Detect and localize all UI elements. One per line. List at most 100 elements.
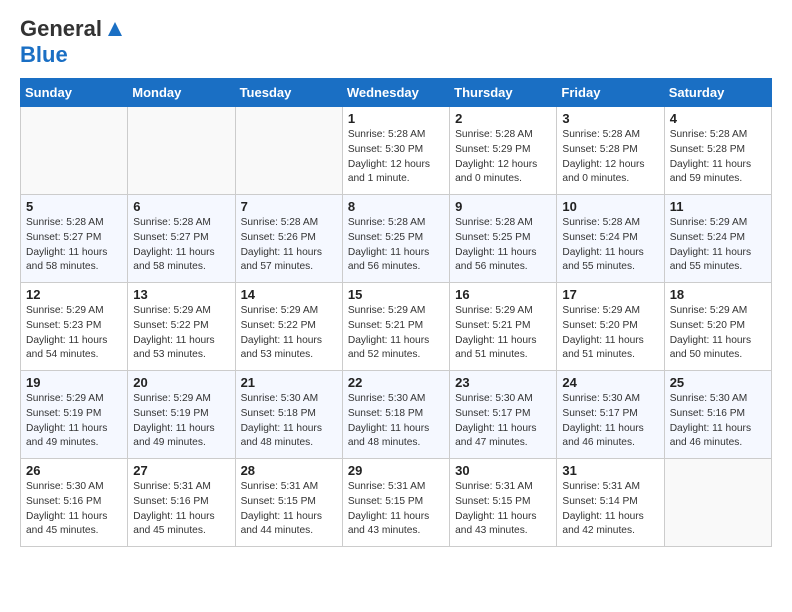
calendar-cell: 21 Sunrise: 5:30 AM Sunset: 5:18 PM Dayli… xyxy=(235,371,342,459)
cell-content: Sunrise: 5:30 AM Sunset: 5:18 PM Dayligh… xyxy=(241,392,337,451)
logo-icon xyxy=(104,18,126,40)
day-number: 8 xyxy=(348,199,444,214)
cell-content: Sunrise: 5:30 AM Sunset: 5:17 PM Dayligh… xyxy=(562,392,658,451)
cell-content: Sunrise: 5:31 AM Sunset: 5:15 PM Dayligh… xyxy=(348,480,444,539)
day-number: 16 xyxy=(455,287,551,302)
cell-content: Sunrise: 5:29 AM Sunset: 5:22 PM Dayligh… xyxy=(241,304,337,363)
calendar-table: SundayMondayTuesdayWednesdayThursdayFrid… xyxy=(20,78,772,547)
calendar-cell: 2 Sunrise: 5:28 AM Sunset: 5:29 PM Daylig… xyxy=(450,107,557,195)
cell-content: Sunrise: 5:29 AM Sunset: 5:19 PM Dayligh… xyxy=(26,392,122,451)
cell-content: Sunrise: 5:29 AM Sunset: 5:20 PM Dayligh… xyxy=(670,304,766,363)
calendar-cell: 31 Sunrise: 5:31 AM Sunset: 5:14 PM Dayli… xyxy=(557,459,664,547)
weekday-header-wednesday: Wednesday xyxy=(342,79,449,107)
calendar-cell xyxy=(235,107,342,195)
day-number: 26 xyxy=(26,463,122,478)
calendar-week-row: 12 Sunrise: 5:29 AM Sunset: 5:23 PM Dayli… xyxy=(21,283,772,371)
day-number: 6 xyxy=(133,199,229,214)
calendar-cell: 29 Sunrise: 5:31 AM Sunset: 5:15 PM Dayli… xyxy=(342,459,449,547)
calendar-cell: 28 Sunrise: 5:31 AM Sunset: 5:15 PM Dayli… xyxy=(235,459,342,547)
cell-content: Sunrise: 5:30 AM Sunset: 5:16 PM Dayligh… xyxy=(670,392,766,451)
weekday-header-sunday: Sunday xyxy=(21,79,128,107)
cell-content: Sunrise: 5:30 AM Sunset: 5:18 PM Dayligh… xyxy=(348,392,444,451)
day-number: 7 xyxy=(241,199,337,214)
calendar-cell: 16 Sunrise: 5:29 AM Sunset: 5:21 PM Dayli… xyxy=(450,283,557,371)
day-number: 12 xyxy=(26,287,122,302)
cell-content: Sunrise: 5:28 AM Sunset: 5:27 PM Dayligh… xyxy=(26,216,122,275)
day-number: 2 xyxy=(455,111,551,126)
cell-content: Sunrise: 5:31 AM Sunset: 5:15 PM Dayligh… xyxy=(241,480,337,539)
logo-general-text: General xyxy=(20,16,102,42)
calendar-cell: 6Sunrise: 5:28 AM Sunset: 5:27 PM Daylig… xyxy=(128,195,235,283)
header: General Blue xyxy=(20,16,772,68)
cell-content: Sunrise: 5:30 AM Sunset: 5:16 PM Dayligh… xyxy=(26,480,122,539)
page: General Blue SundayMondayTuesdayWednesda… xyxy=(0,0,792,563)
calendar-cell: 23 Sunrise: 5:30 AM Sunset: 5:17 PM Dayli… xyxy=(450,371,557,459)
weekday-header-saturday: Saturday xyxy=(664,79,771,107)
calendar-cell xyxy=(664,459,771,547)
day-number: 23 xyxy=(455,375,551,390)
calendar-cell: 20Sunrise: 5:29 AM Sunset: 5:19 PM Dayli… xyxy=(128,371,235,459)
calendar-week-row: 26 Sunrise: 5:30 AM Sunset: 5:16 PM Dayli… xyxy=(21,459,772,547)
calendar-cell: 12 Sunrise: 5:29 AM Sunset: 5:23 PM Dayli… xyxy=(21,283,128,371)
calendar-cell: 22 Sunrise: 5:30 AM Sunset: 5:18 PM Dayli… xyxy=(342,371,449,459)
calendar-cell: 8 Sunrise: 5:28 AM Sunset: 5:25 PM Daylig… xyxy=(342,195,449,283)
logo-blue-text: Blue xyxy=(20,42,68,67)
calendar-week-row: 19 Sunrise: 5:29 AM Sunset: 5:19 PM Dayli… xyxy=(21,371,772,459)
day-number: 14 xyxy=(241,287,337,302)
day-number: 21 xyxy=(241,375,337,390)
day-number: 25 xyxy=(670,375,766,390)
calendar-cell xyxy=(128,107,235,195)
calendar-cell: 26 Sunrise: 5:30 AM Sunset: 5:16 PM Dayli… xyxy=(21,459,128,547)
day-number: 11 xyxy=(670,199,766,214)
day-number: 30 xyxy=(455,463,551,478)
cell-content: Sunrise: 5:28 AM Sunset: 5:28 PM Dayligh… xyxy=(562,128,658,187)
calendar-cell: 3Sunrise: 5:28 AM Sunset: 5:28 PM Daylig… xyxy=(557,107,664,195)
day-number: 10 xyxy=(562,199,658,214)
day-number: 31 xyxy=(562,463,658,478)
calendar-week-row: 5 Sunrise: 5:28 AM Sunset: 5:27 PM Daylig… xyxy=(21,195,772,283)
day-number: 27 xyxy=(133,463,229,478)
day-number: 5 xyxy=(26,199,122,214)
day-number: 22 xyxy=(348,375,444,390)
calendar-cell: 17 Sunrise: 5:29 AM Sunset: 5:20 PM Dayli… xyxy=(557,283,664,371)
day-number: 20 xyxy=(133,375,229,390)
cell-content: Sunrise: 5:28 AM Sunset: 5:24 PM Dayligh… xyxy=(562,216,658,275)
cell-content: Sunrise: 5:29 AM Sunset: 5:21 PM Dayligh… xyxy=(348,304,444,363)
cell-content: Sunrise: 5:28 AM Sunset: 5:30 PM Dayligh… xyxy=(348,128,444,187)
day-number: 9 xyxy=(455,199,551,214)
calendar-cell: 14 Sunrise: 5:29 AM Sunset: 5:22 PM Dayli… xyxy=(235,283,342,371)
calendar-week-row: 1 Sunrise: 5:28 AM Sunset: 5:30 PM Daylig… xyxy=(21,107,772,195)
cell-content: Sunrise: 5:28 AM Sunset: 5:29 PM Dayligh… xyxy=(455,128,551,187)
day-number: 28 xyxy=(241,463,337,478)
cell-content: Sunrise: 5:28 AM Sunset: 5:25 PM Dayligh… xyxy=(348,216,444,275)
calendar-cell: 9 Sunrise: 5:28 AM Sunset: 5:25 PM Daylig… xyxy=(450,195,557,283)
day-number: 13 xyxy=(133,287,229,302)
calendar-cell: 24 Sunrise: 5:30 AM Sunset: 5:17 PM Dayli… xyxy=(557,371,664,459)
cell-content: Sunrise: 5:29 AM Sunset: 5:23 PM Dayligh… xyxy=(26,304,122,363)
day-number: 17 xyxy=(562,287,658,302)
cell-content: Sunrise: 5:29 AM Sunset: 5:21 PM Dayligh… xyxy=(455,304,551,363)
cell-content: Sunrise: 5:29 AM Sunset: 5:24 PM Dayligh… xyxy=(670,216,766,275)
cell-content: Sunrise: 5:30 AM Sunset: 5:17 PM Dayligh… xyxy=(455,392,551,451)
calendar-cell: 1 Sunrise: 5:28 AM Sunset: 5:30 PM Daylig… xyxy=(342,107,449,195)
cell-content: Sunrise: 5:31 AM Sunset: 5:16 PM Dayligh… xyxy=(133,480,229,539)
calendar-cell: 7Sunrise: 5:28 AM Sunset: 5:26 PM Daylig… xyxy=(235,195,342,283)
cell-content: Sunrise: 5:29 AM Sunset: 5:20 PM Dayligh… xyxy=(562,304,658,363)
cell-content: Sunrise: 5:31 AM Sunset: 5:14 PM Dayligh… xyxy=(562,480,658,539)
cell-content: Sunrise: 5:28 AM Sunset: 5:28 PM Dayligh… xyxy=(670,128,766,187)
calendar-cell: 30Sunrise: 5:31 AM Sunset: 5:15 PM Dayli… xyxy=(450,459,557,547)
day-number: 15 xyxy=(348,287,444,302)
day-number: 1 xyxy=(348,111,444,126)
day-number: 19 xyxy=(26,375,122,390)
calendar-cell xyxy=(21,107,128,195)
calendar-cell: 19 Sunrise: 5:29 AM Sunset: 5:19 PM Dayli… xyxy=(21,371,128,459)
calendar-cell: 5 Sunrise: 5:28 AM Sunset: 5:27 PM Daylig… xyxy=(21,195,128,283)
cell-content: Sunrise: 5:29 AM Sunset: 5:22 PM Dayligh… xyxy=(133,304,229,363)
day-number: 29 xyxy=(348,463,444,478)
calendar-cell: 15 Sunrise: 5:29 AM Sunset: 5:21 PM Dayli… xyxy=(342,283,449,371)
weekday-header-row: SundayMondayTuesdayWednesdayThursdayFrid… xyxy=(21,79,772,107)
calendar-cell: 25 Sunrise: 5:30 AM Sunset: 5:16 PM Dayli… xyxy=(664,371,771,459)
weekday-header-thursday: Thursday xyxy=(450,79,557,107)
day-number: 24 xyxy=(562,375,658,390)
cell-content: Sunrise: 5:28 AM Sunset: 5:25 PM Dayligh… xyxy=(455,216,551,275)
